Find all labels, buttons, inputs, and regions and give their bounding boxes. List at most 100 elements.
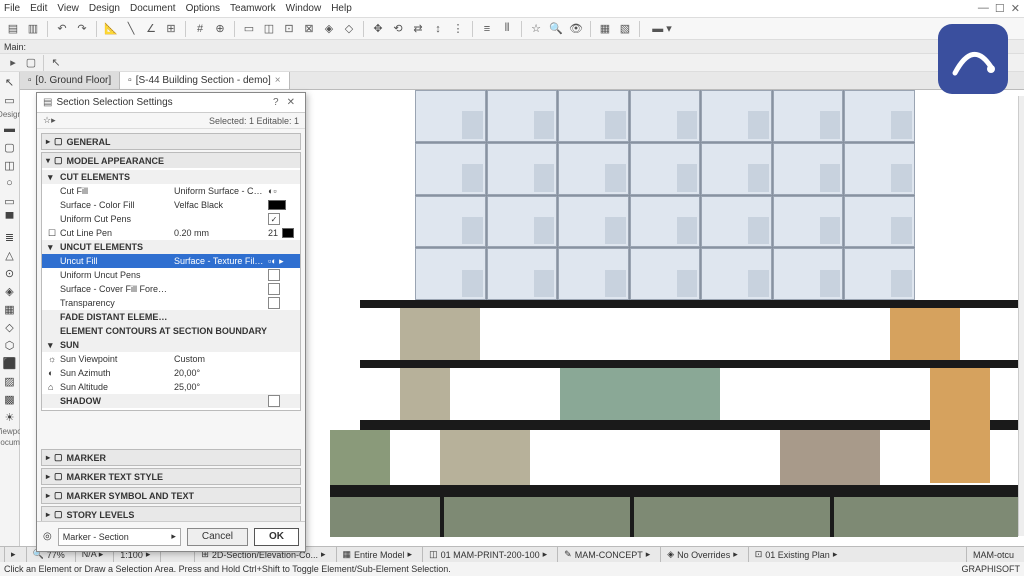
menu-help[interactable]: Help [331, 3, 352, 14]
nav-home-icon[interactable]: ▢ [22, 54, 40, 72]
row-uniform-cut-pens[interactable]: Uniform Cut Pens✓ [42, 212, 300, 226]
nav-back-icon[interactable]: ▸ [4, 54, 22, 72]
qo-plan[interactable]: ⊡ 01 Existing Plan ▸ [748, 547, 844, 562]
pen-swatch[interactable] [282, 228, 294, 238]
menu-options[interactable]: Options [186, 3, 220, 14]
show-icon[interactable]: 👁 [567, 20, 585, 38]
arrow-icon[interactable]: ↖ [47, 54, 65, 72]
mesh-tool-icon[interactable]: ▩ [2, 391, 18, 407]
group-header-general[interactable]: ▸▢ GENERAL [42, 134, 300, 149]
snap-icon[interactable]: ⊞ [162, 20, 180, 38]
slab-tool-icon[interactable]: ▀ [2, 211, 18, 227]
mirror-icon[interactable]: ⇄ [409, 20, 427, 38]
ref-icon[interactable]: ◇ [340, 20, 358, 38]
row-surface-color[interactable]: Surface - Color FillVelfac Black [42, 198, 300, 212]
menu-view[interactable]: View [57, 3, 79, 14]
menu-window[interactable]: Window [286, 3, 322, 14]
cw-tool-icon[interactable]: ▦ [2, 301, 18, 317]
maximize-icon[interactable]: ☐ [995, 2, 1005, 15]
skylight-tool-icon[interactable]: ◈ [2, 283, 18, 299]
dist-icon[interactable]: ⫴ [498, 20, 516, 38]
cancel-button[interactable]: Cancel [187, 528, 248, 546]
row-uncut-fill[interactable]: Uncut FillSurface - Texture Fill, ...▫◐ … [42, 254, 300, 268]
layer-icon[interactable]: ◎ [43, 531, 52, 542]
qo-model[interactable]: ▦ Entire Model ▸ [336, 547, 419, 562]
menu-file[interactable]: File [4, 3, 20, 14]
checkbox-checked[interactable]: ✓ [268, 213, 280, 225]
row-contours[interactable]: ELEMENT CONTOURS AT SECTION BOUNDARY [42, 324, 300, 338]
dialog-titlebar[interactable]: ▤ Section Selection Settings ? ✕ [37, 93, 305, 113]
group-header-model[interactable]: ▾▢ MODEL APPEARANCE [42, 153, 300, 168]
row-transparency[interactable]: Transparency [42, 296, 300, 310]
grid-icon[interactable]: # [191, 20, 209, 38]
right-panel-collapsed[interactable] [1018, 96, 1024, 536]
column-tool-icon[interactable]: ○ [2, 175, 18, 191]
move-icon[interactable]: ✥ [369, 20, 387, 38]
dialog-close-icon[interactable]: ✕ [287, 97, 295, 108]
help-icon[interactable]: ? [273, 97, 279, 108]
group-header-mtext[interactable]: ▸▢ MARKER TEXT STYLE [42, 469, 300, 484]
undo-icon[interactable]: ↶ [53, 20, 71, 38]
qo-arrow[interactable]: ▸ [4, 547, 22, 562]
menu-teamwork[interactable]: Teamwork [230, 3, 276, 14]
qo-layer[interactable]: ◫ 01 MAM-PRINT-200-100 ▸ [422, 547, 553, 562]
group-header-story[interactable]: ▸▢ STORY LEVELS [42, 507, 300, 521]
zone-tool-icon[interactable]: ▨ [2, 373, 18, 389]
ok-button[interactable]: OK [254, 528, 299, 546]
checkbox[interactable] [268, 297, 280, 309]
door-tool-icon[interactable]: ▢ [2, 139, 18, 155]
elev-icon[interactable]: ↕ [429, 20, 447, 38]
wall-tool-icon[interactable]: ▬ [2, 121, 18, 137]
layer-icon[interactable]: ▦ [596, 20, 614, 38]
row-sun[interactable]: ▾SUN [42, 338, 300, 352]
layer-dropdown[interactable]: Marker - Section▸ [58, 528, 181, 546]
lamp-tool-icon[interactable]: ☀ [2, 409, 18, 425]
tab-ground-floor[interactable]: ▫ [0. Ground Floor] [20, 72, 120, 89]
dropdown-arrow-icon[interactable]: ▫◐ ▸ [268, 256, 284, 267]
qo-concept[interactable]: ✎ MAM-CONCEPT ▸ [557, 547, 656, 562]
object-tool-icon[interactable]: ⬛ [2, 355, 18, 371]
group-icon[interactable]: ⊡ [280, 20, 298, 38]
rotate-icon[interactable]: ⟲ [389, 20, 407, 38]
fav-icon[interactable]: ☆ [527, 20, 545, 38]
row-sun-altitude[interactable]: ⌂Sun Altitude25,00° [42, 380, 300, 394]
open-icon[interactable]: ▥ [24, 20, 42, 38]
group-header-msym[interactable]: ▸▢ MARKER SYMBOL AND TEXT [42, 488, 300, 503]
shell-tool-icon[interactable]: ⊙ [2, 265, 18, 281]
menu-design[interactable]: Design [89, 3, 120, 14]
line-icon[interactable]: ╲ [122, 20, 140, 38]
color-swatch[interactable] [268, 200, 286, 210]
wall-icon[interactable]: ▬ ▾ [645, 20, 679, 38]
group-header-marker[interactable]: ▸▢ MARKER [42, 450, 300, 465]
new-icon[interactable]: ▤ [4, 20, 22, 38]
lock-icon[interactable]: ⊠ [300, 20, 318, 38]
layercombo-icon[interactable]: ▧ [616, 20, 634, 38]
minimize-icon[interactable]: — [978, 2, 989, 15]
row-sun-viewpoint[interactable]: ☼Sun ViewpointCustom [42, 352, 300, 366]
row-shadow[interactable]: SHADOW [42, 394, 300, 408]
row-sun-azimuth[interactable]: ◐Sun Azimuth20,00° [42, 366, 300, 380]
arrow-tool-icon[interactable]: ↖ [2, 74, 18, 90]
marquee-tool-icon[interactable]: ▭ [2, 92, 18, 108]
opening-tool-icon[interactable]: ◇ [2, 319, 18, 335]
qo-right[interactable]: MAM-otcu [966, 547, 1020, 562]
measure-icon[interactable]: 📐 [102, 20, 120, 38]
row-uncut-elements[interactable]: ▾UNCUT ELEMENTS [42, 240, 300, 254]
beam-tool-icon[interactable]: ▭ [2, 193, 18, 209]
tab-building-section[interactable]: ▫ [S-44 Building Section - demo] × [120, 72, 289, 89]
morph-tool-icon[interactable]: ⬡ [2, 337, 18, 353]
angle-icon[interactable]: ∠ [142, 20, 160, 38]
marq-icon[interactable]: ▭ [240, 20, 258, 38]
trace-icon[interactable]: ◈ [320, 20, 338, 38]
checkbox[interactable] [268, 269, 280, 281]
row-cut-fill[interactable]: Cut FillUniform Surface - Col...◐▫ [42, 184, 300, 198]
row-uniform-uncut-pens[interactable]: Uniform Uncut Pens [42, 268, 300, 282]
align-icon[interactable]: ≡ [478, 20, 496, 38]
row-cut-elements[interactable]: ▾CUT ELEMENTS [42, 170, 300, 184]
tab-close-icon[interactable]: × [275, 75, 281, 86]
row-cover-fill[interactable]: Surface - Cover Fill Foregro... [42, 282, 300, 296]
grav-icon[interactable]: ⊕ [211, 20, 229, 38]
stair-tool-icon[interactable]: ≣ [2, 229, 18, 245]
checkbox[interactable] [268, 395, 280, 407]
suspend-icon[interactable]: ◫ [260, 20, 278, 38]
